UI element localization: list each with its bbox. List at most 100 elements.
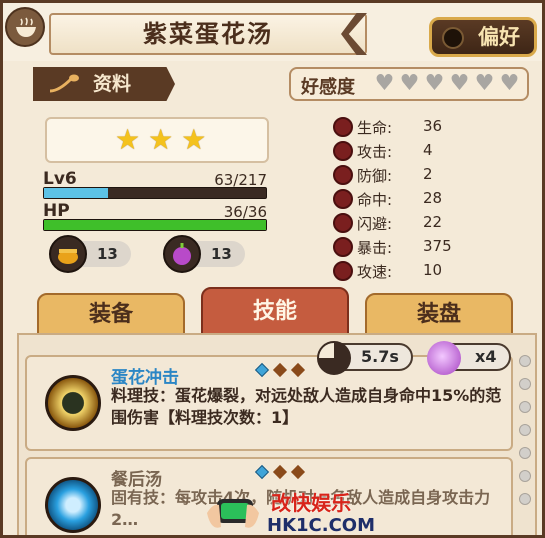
scroll-dot — [519, 378, 531, 390]
hp-row: HP 36/36 — [43, 201, 267, 221]
stat-row: 攻速: 10 — [333, 259, 533, 283]
star-icon: ★ — [181, 123, 207, 156]
crit-icon — [333, 237, 353, 257]
spoon-icon — [49, 74, 79, 93]
cooldown-badge: 5.7s — [317, 341, 413, 375]
star-rating: ★ ★ ★ — [45, 117, 269, 163]
pot-icon — [49, 235, 87, 273]
stat-row: 闪避: 22 — [333, 211, 533, 235]
skill-gems — [254, 362, 306, 378]
hp-bar-fill — [44, 220, 266, 230]
affinity-meter: 好感度 ♥ ♥ ♥ ♥ ♥ ♥ — [289, 67, 529, 101]
stats-list: 生命: 36 攻击: 4 防御: 2 命中: 28 闪避: 22 暴击: 375 攻速: 10 — [333, 115, 533, 283]
clock-icon — [317, 341, 351, 375]
tab-equipment[interactable]: 装备 — [37, 293, 185, 335]
tab-plating-label: 装盘 — [416, 302, 461, 327]
resource-pot: 13 — [45, 235, 135, 273]
stat-name: 防御: — [357, 167, 393, 185]
heart-icon: ♥ — [374, 71, 395, 96]
stat-row: 攻击: 4 — [333, 139, 533, 163]
crystal-skill-icon — [45, 477, 101, 533]
preference-dot-icon — [442, 27, 464, 49]
watermark-url: HK1C.COM — [267, 515, 376, 536]
resource-onion-value: 13 — [211, 245, 232, 263]
resource-onion: 13 — [159, 235, 249, 273]
cost-badge: x4 — [427, 341, 511, 375]
dodge-icon — [333, 213, 353, 233]
gamepad-hand-icon — [207, 499, 259, 528]
attack-icon — [333, 141, 353, 161]
stat-name: 闪避: — [357, 215, 393, 233]
affinity-label: 好感度 — [301, 77, 355, 98]
onion-icon — [163, 235, 201, 273]
speed-icon — [333, 261, 353, 281]
heart-icon: ♥ — [474, 71, 495, 96]
gem-blue-icon — [254, 464, 270, 480]
stat-value: 10 — [423, 261, 443, 279]
stat-name: 命中: — [357, 191, 393, 209]
cost-value: x4 — [475, 347, 497, 366]
tab-plating[interactable]: 装盘 — [365, 293, 513, 335]
stat-value: 22 — [423, 213, 443, 231]
dish-title: 紫菜蛋花汤 — [49, 13, 367, 55]
watermark: 改快娱乐 HK1C.COM — [203, 483, 375, 535]
stat-name: 攻击: — [357, 143, 393, 161]
level-row: Lv6 63/217 — [43, 169, 267, 189]
dish-name: 紫菜蛋花汤 — [143, 20, 273, 48]
onion-cost-icon — [427, 341, 461, 375]
level-label: Lv6 — [43, 169, 77, 189]
stat-name: 暴击: — [357, 239, 393, 257]
hp-bar — [43, 219, 267, 231]
egg-burst-skill-icon — [45, 375, 101, 431]
stat-name: 生命: — [357, 119, 393, 137]
exp-bar-fill — [44, 188, 109, 198]
bowl-icon — [5, 7, 45, 47]
scroll-dot — [519, 470, 531, 482]
info-tab-label: 资料 — [93, 73, 132, 95]
scroll-dot — [519, 401, 531, 413]
gem-brown-icon — [290, 464, 306, 480]
stat-value: 4 — [423, 141, 433, 159]
stat-value: 375 — [423, 237, 452, 255]
info-tab[interactable]: 资料 — [33, 67, 175, 101]
watermark-title: 改快娱乐 — [271, 491, 351, 515]
cooldown-value: 5.7s — [361, 347, 399, 366]
title-bar: 紫菜蛋花汤 偏好 — [3, 3, 542, 61]
preference-button[interactable]: 偏好 — [429, 17, 537, 57]
tab-skills-label: 技能 — [252, 299, 297, 324]
star-icon: ★ — [148, 123, 174, 156]
stat-value: 2 — [423, 165, 433, 183]
scroll-dot — [519, 447, 531, 459]
scroll-dot — [519, 355, 531, 367]
stat-name: 攻速: — [357, 263, 393, 281]
target-icon — [333, 189, 353, 209]
skill-description: 料理技：蛋花爆裂，对远处敌人造成自身命中15%的范围伤害【料理技次数：1】 — [111, 386, 502, 427]
stat-row: 生命: 36 — [333, 115, 533, 139]
stat-row: 命中: 28 — [333, 187, 533, 211]
stat-value: 28 — [423, 189, 443, 207]
skill-gems — [254, 464, 306, 480]
gem-brown-icon — [290, 362, 306, 378]
gem-blue-icon — [254, 362, 270, 378]
tab-skills[interactable]: 技能 — [201, 287, 349, 335]
banner-arrow-icon — [341, 13, 367, 55]
stat-row: 防御: 2 — [333, 163, 533, 187]
stat-value: 36 — [423, 117, 443, 135]
scroll-dot — [519, 493, 531, 505]
exp-bar — [43, 187, 267, 199]
resource-pot-value: 13 — [97, 245, 118, 263]
gem-brown-icon — [272, 464, 288, 480]
defense-icon — [333, 165, 353, 185]
heart-icon: ♥ — [399, 71, 420, 96]
heart-icon: ♥ — [424, 71, 445, 96]
scroll-indicator[interactable] — [519, 355, 533, 516]
hp-label: HP — [43, 201, 70, 221]
level-panel: ★ ★ ★ Lv6 63/217 HP 36/36 13 13 — [33, 111, 273, 283]
heart-icon — [333, 117, 353, 137]
stat-row: 暴击: 375 — [333, 235, 533, 259]
heart-icon: ♥ — [449, 71, 470, 96]
affinity-hearts: ♥ ♥ ♥ ♥ ♥ ♥ — [373, 71, 521, 96]
tab-equipment-label: 装备 — [88, 302, 133, 327]
character-detail-panel: 紫菜蛋花汤 偏好 资料 好感度 ♥ ♥ ♥ ♥ ♥ ♥ ★ ★ ★ Lv6 63/217 — [0, 0, 545, 538]
gem-brown-icon — [272, 362, 288, 378]
